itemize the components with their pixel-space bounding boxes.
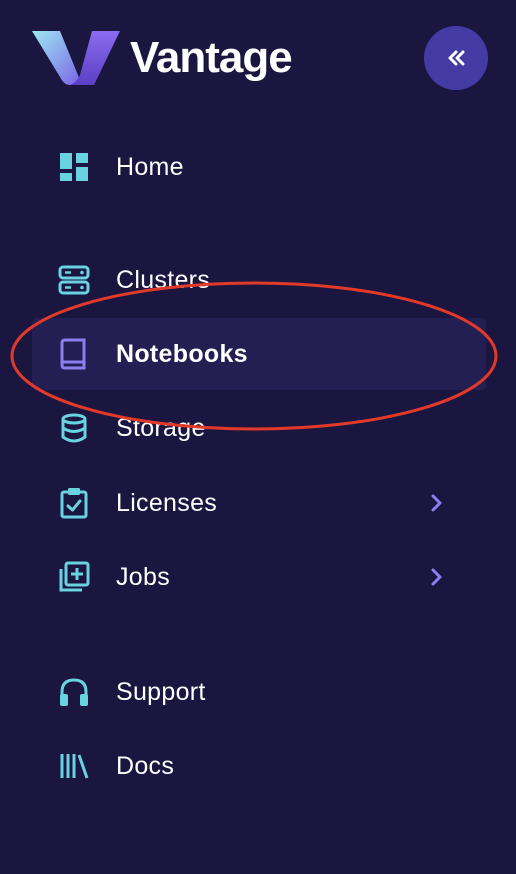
library-books-icon [58, 750, 90, 782]
database-icon [58, 412, 90, 444]
server-icon [58, 264, 90, 296]
add-library-icon [58, 561, 90, 593]
nav-item-docs[interactable]: Docs [32, 730, 486, 802]
sidebar: Vantage Home Clusters Notebooks Storage … [0, 0, 516, 874]
collapse-sidebar-button[interactable] [424, 26, 488, 90]
book-icon [58, 338, 90, 370]
chevron-right-icon[interactable] [428, 565, 446, 589]
brand-logo[interactable]: Vantage [30, 26, 293, 90]
headphones-icon [58, 676, 90, 708]
nav-item-notebooks[interactable]: Notebooks [32, 318, 486, 390]
nav-item-clusters[interactable]: Clusters [32, 244, 486, 316]
nav-item-support[interactable]: Support [32, 656, 486, 728]
vantage-logo-icon [32, 31, 120, 85]
nav-label-support: Support [116, 677, 206, 706]
nav-item-jobs[interactable]: Jobs [32, 541, 486, 613]
nav-label-notebooks: Notebooks [116, 339, 248, 368]
nav-label-home: Home [116, 152, 184, 181]
nav-label-docs: Docs [116, 751, 175, 780]
brand-name: Vantage [130, 33, 293, 82]
clipboard-check-icon [58, 487, 90, 519]
nav-item-storage[interactable]: Storage [32, 392, 486, 464]
nav-label-clusters: Clusters [116, 265, 211, 294]
nav-item-licenses[interactable]: Licenses [32, 467, 486, 539]
nav-item-home[interactable]: Home [32, 131, 486, 203]
chevron-right-icon[interactable] [428, 491, 446, 515]
double-chevron-left-icon [448, 50, 465, 66]
nav-label-storage: Storage [116, 413, 206, 442]
nav-label-jobs: Jobs [116, 562, 171, 591]
dashboard-grid-icon [58, 151, 90, 183]
nav-label-licenses: Licenses [116, 488, 218, 517]
